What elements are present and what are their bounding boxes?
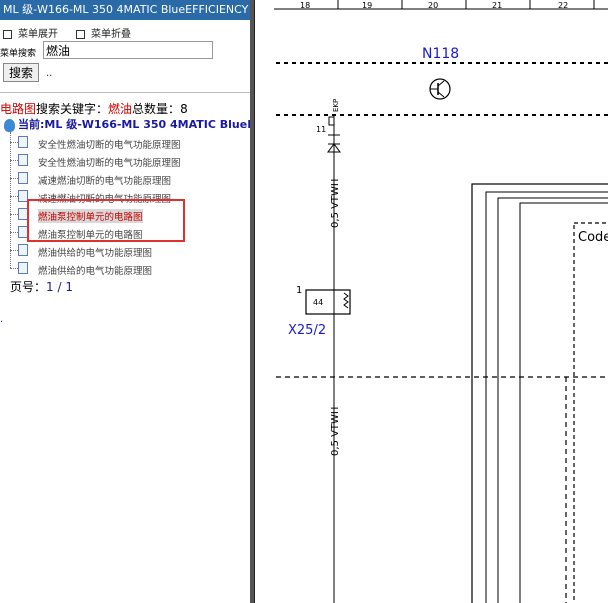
- page-number[interactable]: 1 / 1: [46, 280, 73, 294]
- document-icon: [18, 262, 28, 274]
- document-icon: [18, 136, 28, 148]
- box-label: Code: [578, 230, 608, 245]
- menu-collapse-button[interactable]: 菜单折叠: [76, 25, 131, 40]
- current-model[interactable]: 当前:ML 级-W166-ML 350 4MATIC BlueEFFICIENC…: [4, 116, 250, 132]
- left-panel: ML 级-W166-ML 350 4MATIC BlueEFFICIENCY 菜…: [0, 0, 250, 603]
- search-input[interactable]: [43, 41, 213, 59]
- tree-connector: [10, 132, 11, 268]
- collapse-icon: [76, 29, 85, 39]
- circuit-diagram: 18 19 20 21 22 N118 11 EKP 0,5 VTWH 1 44…: [254, 0, 608, 603]
- pager: 页号：1 / 1: [10, 280, 73, 294]
- ellipsis: ..: [46, 68, 53, 79]
- ruler-label: 20: [428, 1, 438, 10]
- wire-label: 0,5 VTWH: [330, 407, 341, 456]
- connector-pin: 1: [296, 285, 302, 296]
- ruler: 18 19 20 21 22: [274, 0, 608, 10]
- component-label: N118: [422, 46, 459, 62]
- divider-line: [0, 92, 250, 93]
- pin-number: 11: [316, 125, 326, 134]
- ruler-label: 22: [558, 1, 568, 10]
- search-result-summary: 电路图搜索关键字：燃油总数量：8: [0, 102, 188, 116]
- document-icon: [18, 172, 28, 184]
- connector-number: 44: [313, 298, 323, 307]
- circuit-diagram-panel: 18 19 20 21 22 N118 11 EKP 0,5 VTWH 1 44…: [254, 0, 608, 603]
- dot-link[interactable]: .: [0, 314, 3, 325]
- globe-icon: [4, 118, 15, 132]
- ruler-label: 19: [362, 1, 372, 10]
- menu-expand-button[interactable]: 菜单展开: [3, 25, 58, 40]
- ruler-label: 18: [300, 1, 310, 10]
- window-title: ML 级-W166-ML 350 4MATIC BlueEFFICIENCY: [0, 0, 250, 20]
- connector-label: X25/2: [288, 323, 326, 338]
- document-icon: [18, 154, 28, 166]
- transistor-icon: [429, 78, 451, 100]
- document-icon: [18, 244, 28, 256]
- search-label: 菜单搜索: [0, 49, 37, 59]
- ruler-label: 21: [492, 1, 502, 10]
- wire-label: 0,5 VTWH: [330, 179, 341, 228]
- highlight-annotation-box: [27, 199, 185, 242]
- expand-icon: [3, 29, 12, 39]
- search-button[interactable]: 搜索: [3, 63, 39, 82]
- pin-tag: EKP: [332, 99, 340, 112]
